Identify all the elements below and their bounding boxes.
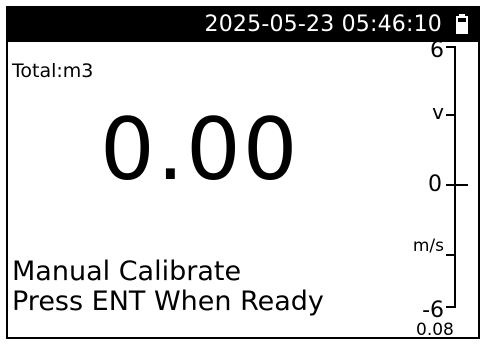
- battery-icon: [456, 14, 468, 34]
- scale-indicator: [454, 184, 468, 186]
- scale-max-label: 6: [430, 38, 444, 63]
- display-screen: 2025-05-23 05:46:10 Total:m3 0.00 Manual…: [6, 6, 480, 339]
- scale-tick-bottom: [446, 306, 454, 308]
- scale-tick-upper: [446, 114, 454, 116]
- scale-upper-unit: v: [432, 100, 444, 124]
- scale-tick-top: [446, 46, 454, 48]
- main-value: 0.00: [100, 100, 300, 200]
- datetime-display: 2025-05-23 05:46:10: [204, 12, 442, 37]
- scale-axis: [454, 46, 456, 308]
- scale-tick-zero: [446, 184, 454, 186]
- battery-fill: [458, 22, 466, 32]
- scale-zero-label: 0: [428, 172, 442, 197]
- message-line-1: Manual Calibrate: [12, 256, 242, 287]
- message-line-2: Press ENT When Ready: [12, 286, 324, 317]
- scale-tick-lower: [446, 254, 454, 256]
- total-label: Total:m3: [12, 60, 94, 82]
- status-bar: 2025-05-23 05:46:10: [8, 8, 478, 42]
- scale-current-value: 0.08: [416, 320, 454, 339]
- scale-lower-unit: m/s: [412, 236, 444, 256]
